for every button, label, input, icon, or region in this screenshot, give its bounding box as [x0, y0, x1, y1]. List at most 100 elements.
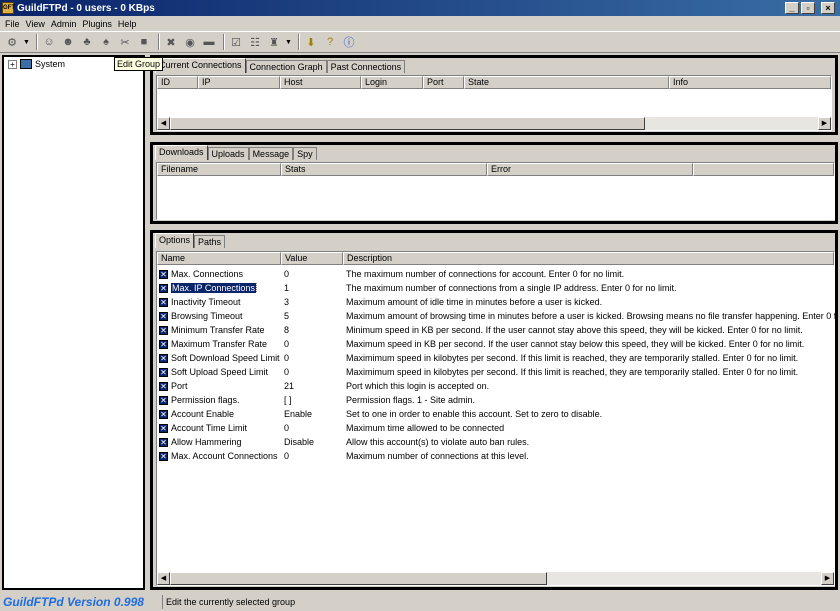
scroll-right-arrow[interactable]: ▶ — [821, 572, 834, 585]
tab-message[interactable]: Message — [248, 147, 294, 160]
column-ip[interactable]: IP — [198, 76, 280, 89]
option-row[interactable]: ✕ Account Enable Enable Set to one in order… — [159, 407, 602, 421]
option-value[interactable]: 0 — [284, 269, 289, 279]
horizontal-scrollbar[interactable]: ◀ ▶ — [157, 572, 834, 585]
option-value[interactable]: 0 — [284, 353, 289, 363]
dropdown-arrow-icon[interactable]: ▼ — [23, 39, 30, 46]
menu-file[interactable]: File — [2, 19, 23, 29]
option-value[interactable]: 0 — [284, 367, 289, 377]
log-icon[interactable]: ▬ — [201, 34, 217, 50]
tab-past-connections[interactable]: Past Connections — [326, 60, 406, 73]
settings-icon[interactable]: ☑ — [228, 34, 244, 50]
tab-options[interactable]: Options — [155, 233, 195, 248]
option-row[interactable]: ✕ Max. Account Connections 0 Maximum number… — [159, 449, 529, 463]
column-host[interactable]: Host — [280, 76, 361, 89]
option-row[interactable]: ✕ Allow Hammering Disable Allow this accoun… — [159, 435, 529, 449]
dropdown-arrow-icon[interactable]: ▼ — [285, 39, 292, 46]
option-row[interactable]: ✕ Account Time Limit 0 Maximum time allowed… — [159, 421, 504, 435]
stop-icon[interactable]: ◉ — [182, 34, 198, 50]
option-row[interactable]: ✕ Max. Connections 0 The maximum number of … — [159, 267, 624, 281]
option-row[interactable]: ✕ Browsing Timeout 5 Maximum amount of brow… — [159, 309, 836, 323]
about-icon[interactable]: ⓘ — [341, 34, 357, 50]
checkbox-icon[interactable]: ✕ — [159, 367, 168, 377]
connections-list[interactable]: ID IP Host Login Port State Info ◀ ▶ — [156, 75, 832, 131]
column-filename[interactable]: Filename — [157, 163, 281, 176]
column-stats[interactable]: Stats — [281, 163, 487, 176]
kick-icon[interactable]: ✖ — [163, 34, 179, 50]
scroll-thumb[interactable] — [170, 117, 645, 130]
menu-help[interactable]: Help — [115, 19, 140, 29]
menu-admin[interactable]: Admin — [48, 19, 80, 29]
option-row[interactable]: ✕ Max. IP Connections 1 The maximum number … — [159, 281, 676, 295]
plugin-icon[interactable]: ☷ — [247, 34, 263, 50]
server-tree[interactable]: + System — [2, 55, 145, 590]
option-row[interactable]: ✕ Permission flags. [ ] Permission flags. 1… — [159, 393, 475, 407]
user-add-icon[interactable]: ☺ — [41, 34, 57, 50]
tab-spy[interactable]: Spy — [293, 147, 317, 160]
option-value[interactable]: Enable — [284, 409, 312, 419]
tab-downloads[interactable]: Downloads — [155, 145, 208, 160]
menu-view[interactable]: View — [23, 19, 48, 29]
expand-icon[interactable]: + — [8, 59, 17, 69]
scroll-left-arrow[interactable]: ◀ — [157, 117, 170, 130]
checkbox-icon[interactable]: ✕ — [159, 325, 168, 335]
option-value[interactable]: 0 — [284, 451, 289, 461]
tab-current-connections[interactable]: Current Connections — [155, 58, 246, 73]
menu-plugins[interactable]: Plugins — [79, 19, 115, 29]
option-value[interactable]: [ ] — [284, 395, 292, 405]
option-row[interactable]: ✕ Minimum Transfer Rate 8 Minimum speed in … — [159, 323, 803, 337]
checkbox-icon[interactable]: ✕ — [159, 297, 168, 307]
user-edit-icon[interactable]: ☻ — [60, 34, 76, 50]
column-error[interactable]: Error — [487, 163, 693, 176]
tree-node-system[interactable]: + System — [8, 59, 65, 69]
download-icon[interactable]: ⬇ — [303, 34, 319, 50]
transfers-list[interactable]: Filename Stats Error — [156, 162, 835, 220]
column-description[interactable]: Description — [343, 252, 834, 265]
scroll-left-arrow[interactable]: ◀ — [157, 572, 170, 585]
close-button[interactable]: × — [821, 2, 835, 14]
column-port[interactable]: Port — [423, 76, 464, 89]
group-add-icon[interactable]: ♣ — [79, 34, 95, 50]
column-info[interactable]: Info — [669, 76, 831, 89]
option-row[interactable]: ✕ Soft Download Speed Limit 0 Maximimum spe… — [159, 351, 798, 365]
option-value[interactable]: 1 — [284, 283, 289, 293]
connect-icon[interactable]: ⚙ — [4, 34, 20, 50]
scroll-thumb[interactable] — [170, 572, 547, 585]
ban-icon[interactable]: ■ — [136, 34, 152, 50]
option-value[interactable]: 3 — [284, 297, 289, 307]
checkbox-icon[interactable]: ✕ — [159, 283, 168, 293]
disconnect-icon[interactable]: ✂ — [117, 34, 133, 50]
column-state[interactable]: State — [464, 76, 669, 89]
minimize-button[interactable]: _ — [785, 2, 799, 14]
checkbox-icon[interactable]: ✕ — [159, 381, 168, 391]
group-edit-icon[interactable]: ♠ — [98, 34, 114, 50]
column-login[interactable]: Login — [361, 76, 423, 89]
checkbox-icon[interactable]: ✕ — [159, 423, 168, 433]
scroll-right-arrow[interactable]: ▶ — [818, 117, 831, 130]
checkbox-icon[interactable]: ✕ — [159, 437, 168, 447]
tools-icon[interactable]: ♜ — [266, 34, 282, 50]
checkbox-icon[interactable]: ✕ — [159, 353, 168, 363]
option-value[interactable]: 0 — [284, 423, 289, 433]
tab-connection-graph[interactable]: Connection Graph — [245, 60, 327, 73]
option-value[interactable]: 8 — [284, 325, 289, 335]
option-value[interactable]: 0 — [284, 339, 289, 349]
option-row[interactable]: ✕ Inactivity Timeout 3 Maximum amount of id… — [159, 295, 602, 309]
checkbox-icon[interactable]: ✕ — [159, 409, 168, 419]
column-value[interactable]: Value — [281, 252, 343, 265]
options-list[interactable]: Name Value Description ✕ Max. Connections… — [156, 251, 836, 586]
option-value[interactable]: Disable — [284, 437, 314, 447]
checkbox-icon[interactable]: ✕ — [159, 269, 168, 279]
option-value[interactable]: 21 — [284, 381, 294, 391]
tab-paths[interactable]: Paths — [194, 235, 226, 248]
checkbox-icon[interactable]: ✕ — [159, 395, 168, 405]
column-name[interactable]: Name — [157, 252, 281, 265]
column-id[interactable]: ID — [157, 76, 198, 89]
checkbox-icon[interactable]: ✕ — [159, 311, 168, 321]
checkbox-icon[interactable]: ✕ — [159, 451, 168, 461]
maximize-button[interactable]: ▫ — [801, 2, 815, 14]
tab-uploads[interactable]: Uploads — [207, 147, 249, 160]
checkbox-icon[interactable]: ✕ — [159, 339, 168, 349]
option-row[interactable]: ✕ Soft Upload Speed Limit 0 Maximimum speed… — [159, 365, 798, 379]
help-icon[interactable]: ? — [322, 34, 338, 50]
